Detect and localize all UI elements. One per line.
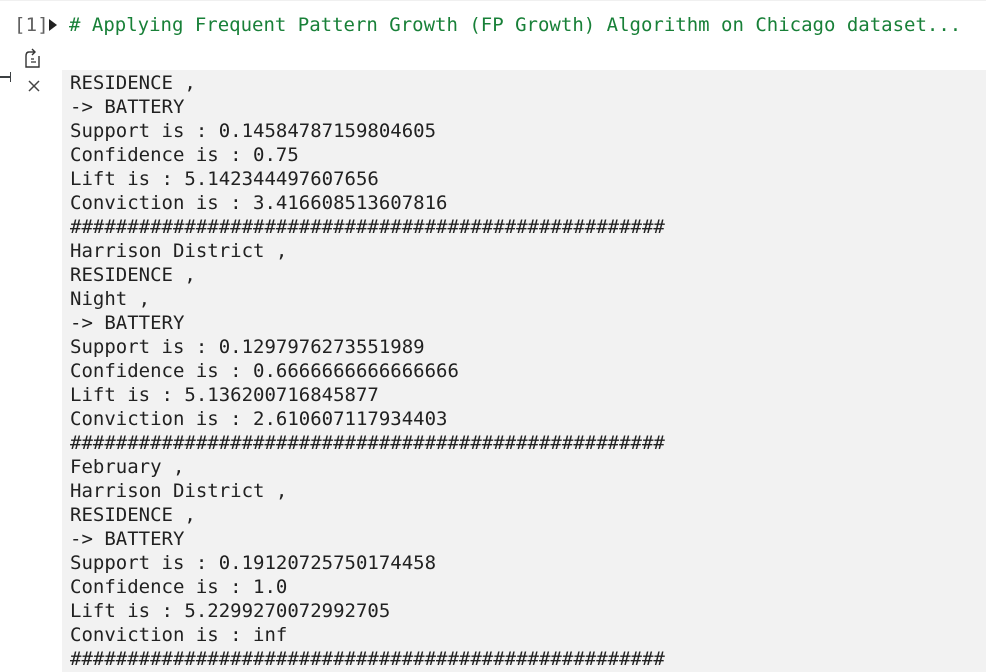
cell-output: RESIDENCE , -> BATTERY Support is : 0.1458… [62, 70, 986, 672]
output-line: Support is : 0.1297976273551989 [70, 336, 425, 358]
notebook-page: [1] # Applying Frequent Pattern Growth (… [0, 0, 986, 672]
output-line: Confidence is : 0.6666666666666666 [70, 360, 459, 382]
output-text: RESIDENCE , -> BATTERY Support is : 0.1458… [70, 71, 665, 671]
output-line: RESIDENCE , [70, 72, 196, 94]
output-line: Confidence is : 1.0 [70, 576, 288, 598]
output-line: RESIDENCE , [70, 264, 196, 286]
output-line: Support is : 0.19120725750174458 [70, 552, 437, 574]
output-line: February , [70, 456, 185, 478]
output-line: ########################################… [70, 216, 665, 238]
output-line: -> BATTERY [70, 96, 185, 118]
output-line: ########################################… [70, 648, 665, 670]
cell-top-divider [0, 0, 986, 1]
output-line: Harrison District , [70, 240, 288, 262]
output-line: RESIDENCE , [70, 504, 196, 526]
output-line: Lift is : 5.142344497607656 [70, 168, 379, 190]
output-line: Conviction is : 3.416608513607816 [70, 192, 448, 214]
output-line: Conviction is : inf [70, 624, 288, 646]
output-line: Night , [70, 288, 151, 310]
cell-gutter-marker [0, 72, 11, 82]
output-expand-icon[interactable] [23, 47, 43, 69]
code-cell-header[interactable]: [1] # Applying Frequent Pattern Growth (… [0, 10, 986, 38]
close-icon[interactable] [26, 78, 42, 94]
output-line: Support is : 0.14584787159804605 [70, 120, 437, 142]
run-cell-icon[interactable] [49, 19, 57, 31]
output-line: ########################################… [70, 432, 665, 454]
output-line: Harrison District , [70, 480, 288, 502]
code-preview[interactable]: # Applying Frequent Pattern Growth (FP G… [69, 14, 961, 36]
output-line: Conviction is : 2.610607117934403 [70, 408, 448, 430]
output-line: Confidence is : 0.75 [70, 144, 299, 166]
output-line: Lift is : 5.136200716845877 [70, 384, 379, 406]
output-line: Lift is : 5.2299270072992705 [70, 600, 391, 622]
output-line: -> BATTERY [70, 312, 185, 334]
execution-count: [1] [14, 14, 49, 36]
output-line: -> BATTERY [70, 528, 185, 550]
